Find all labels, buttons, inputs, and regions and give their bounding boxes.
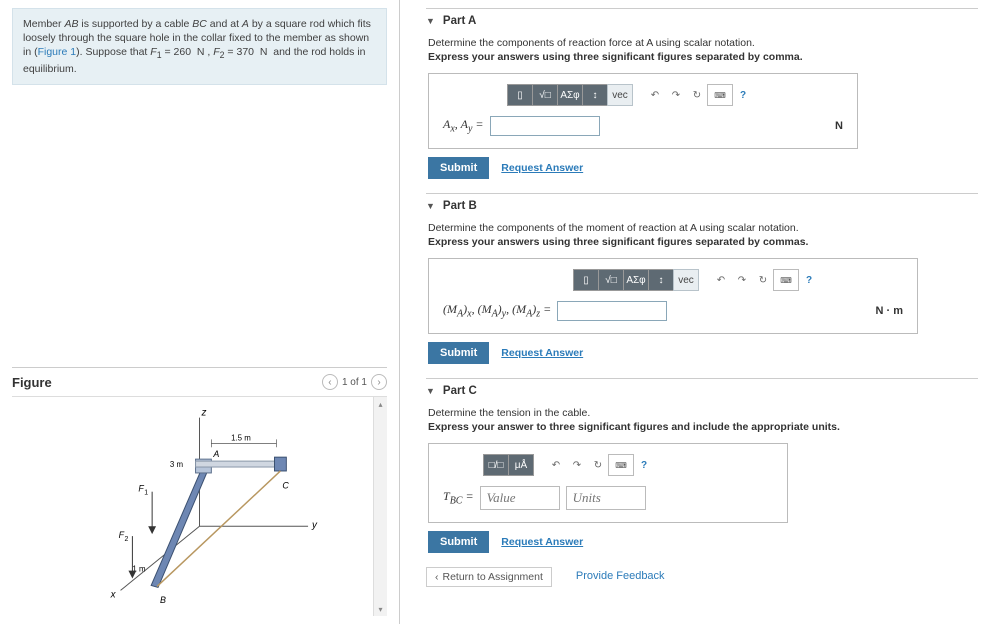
tb-vec[interactable]: vec [607, 84, 633, 106]
svg-text:y: y [311, 520, 318, 531]
pager-next[interactable]: › [371, 374, 387, 390]
svg-text:1: 1 [144, 490, 148, 497]
chevron-left-icon: ‹ [435, 571, 439, 583]
part-b-answer-box: ▯ √□ ΑΣφ ↕ vec ↶ ↷ ↻ ⌨ ? (MA)x, (MA)y, (… [428, 258, 918, 334]
part-b-format: Express your answers using three signifi… [428, 236, 978, 248]
right-column: ▼ Part A Determine the components of rea… [400, 0, 994, 624]
tb-frac[interactable]: □/□ [483, 454, 509, 476]
tb-templates[interactable]: ▯ [573, 269, 599, 291]
help-icon[interactable]: ? [732, 84, 754, 106]
svg-text:1.5 m: 1.5 m [231, 433, 251, 442]
part-c-units-input[interactable] [566, 486, 646, 510]
submit-button-b[interactable]: Submit [428, 342, 489, 364]
undo-icon[interactable]: ↶ [545, 454, 567, 476]
svg-text:C: C [282, 481, 289, 491]
part-b-input[interactable] [557, 301, 667, 321]
svg-text:A: A [212, 449, 219, 459]
keyboard-icon[interactable]: ⌨ [707, 84, 733, 106]
submit-button-c[interactable]: Submit [428, 531, 489, 553]
tb-sqrt[interactable]: √□ [598, 269, 624, 291]
tb-units[interactable]: μÅ [508, 454, 534, 476]
undo-icon[interactable]: ↶ [644, 84, 666, 106]
reset-icon[interactable]: ↻ [686, 84, 708, 106]
part-a-unit: N [835, 120, 843, 132]
part-a: ▼ Part A Determine the components of rea… [426, 8, 978, 179]
toolbar-c: □/□ μÅ ↶ ↷ ↻ ⌨ ? [483, 454, 773, 476]
pager-text: 1 of 1 [342, 377, 367, 388]
part-c-format: Express your answer to three significant… [428, 421, 978, 433]
part-b: ▼ Part B Determine the components of the… [426, 193, 978, 364]
pager-prev[interactable]: ‹ [322, 374, 338, 390]
figure-scrollbar[interactable]: ▴ ▾ [373, 397, 387, 616]
reset-icon[interactable]: ↻ [752, 269, 774, 291]
part-c-answer-box: □/□ μÅ ↶ ↷ ↻ ⌨ ? TBC = [428, 443, 788, 523]
redo-icon[interactable]: ↷ [731, 269, 753, 291]
problem-statement: Member AB is supported by a cable BC and… [12, 8, 387, 85]
part-a-label: Ax, Ay = [443, 117, 484, 134]
tb-accent[interactable]: ↕ [648, 269, 674, 291]
keyboard-icon[interactable]: ⌨ [773, 269, 799, 291]
svg-text:B: B [160, 595, 166, 605]
collapse-icon[interactable]: ▼ [426, 386, 435, 396]
tb-accent[interactable]: ↕ [582, 84, 608, 106]
request-answer-b[interactable]: Request Answer [501, 347, 583, 359]
footer: ‹ Return to Assignment Provide Feedback [426, 567, 978, 587]
provide-feedback[interactable]: Provide Feedback [576, 567, 665, 587]
reset-icon[interactable]: ↻ [587, 454, 609, 476]
help-icon[interactable]: ? [798, 269, 820, 291]
part-c-title: Part C [443, 385, 477, 397]
toolbar-a: ▯ √□ ΑΣφ ↕ vec ↶ ↷ ↻ ⌨ ? [507, 84, 843, 106]
tb-sqrt[interactable]: √□ [532, 84, 558, 106]
part-c-instruction: Determine the tension in the cable. [428, 407, 978, 419]
left-column: Member AB is supported by a cable BC and… [0, 0, 400, 624]
collapse-icon[interactable]: ▼ [426, 201, 435, 211]
part-c-label: TBC = [443, 489, 474, 506]
help-icon[interactable]: ? [633, 454, 655, 476]
part-a-format: Express your answers using three signifi… [428, 51, 978, 63]
part-b-title: Part B [443, 200, 477, 212]
part-b-unit: N · m [876, 305, 904, 317]
return-to-assignment[interactable]: ‹ Return to Assignment [426, 567, 552, 587]
scroll-up-icon[interactable]: ▴ [374, 397, 387, 411]
part-b-instruction: Determine the components of the moment o… [428, 222, 978, 234]
figure-title: Figure [12, 375, 52, 390]
keyboard-icon[interactable]: ⌨ [608, 454, 634, 476]
undo-icon[interactable]: ↶ [710, 269, 732, 291]
collapse-icon[interactable]: ▼ [426, 16, 435, 26]
toolbar-b: ▯ √□ ΑΣφ ↕ vec ↶ ↷ ↻ ⌨ ? [573, 269, 903, 291]
part-a-instruction: Determine the components of reaction for… [428, 37, 978, 49]
submit-button-a[interactable]: Submit [428, 157, 489, 179]
svg-text:2: 2 [125, 536, 129, 543]
svg-text:3 m: 3 m [170, 460, 184, 469]
figure-link[interactable]: Figure 1 [38, 46, 77, 58]
figure-canvas: z y x A C [12, 396, 387, 616]
redo-icon[interactable]: ↷ [665, 84, 687, 106]
part-a-input[interactable] [490, 116, 600, 136]
tb-greek[interactable]: ΑΣφ [557, 84, 583, 106]
part-a-answer-box: ▯ √□ ΑΣφ ↕ vec ↶ ↷ ↻ ⌨ ? Ax, Ay = [428, 73, 858, 149]
request-answer-a[interactable]: Request Answer [501, 162, 583, 174]
figure-section: Figure ‹ 1 of 1 › z y x [12, 367, 387, 616]
svg-text:z: z [200, 408, 206, 419]
part-c-value-input[interactable] [480, 486, 560, 510]
svg-text:x: x [110, 589, 117, 600]
tb-templates[interactable]: ▯ [507, 84, 533, 106]
tb-greek[interactable]: ΑΣφ [623, 269, 649, 291]
redo-icon[interactable]: ↷ [566, 454, 588, 476]
tb-vec[interactable]: vec [673, 269, 699, 291]
scroll-down-icon[interactable]: ▾ [374, 602, 387, 616]
figure-pager: ‹ 1 of 1 › [322, 374, 387, 390]
part-b-label: (MA)x, (MA)y, (MA)z = [443, 302, 551, 319]
part-c: ▼ Part C Determine the tension in the ca… [426, 378, 978, 553]
part-a-title: Part A [443, 15, 476, 27]
request-answer-c[interactable]: Request Answer [501, 536, 583, 548]
